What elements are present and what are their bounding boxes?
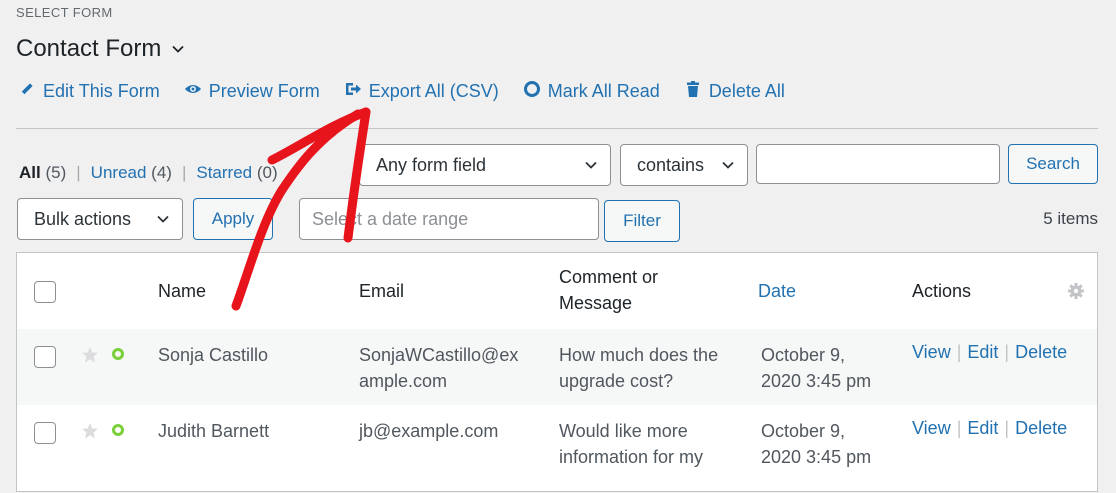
filter-button[interactable]: Filter bbox=[604, 200, 680, 242]
search-input[interactable] bbox=[756, 144, 1000, 184]
divider bbox=[16, 128, 1098, 129]
status-all[interactable]: All (5) bbox=[19, 163, 66, 183]
separator: | bbox=[1004, 418, 1010, 438]
chevron-down-icon bbox=[722, 161, 734, 169]
unread-indicator-icon[interactable] bbox=[112, 348, 124, 360]
delete-all-link[interactable]: Delete All bbox=[684, 80, 785, 103]
entry-name: Judith Barnett bbox=[158, 421, 270, 441]
view-link[interactable]: View bbox=[912, 342, 951, 363]
separator: | bbox=[76, 163, 81, 182]
column-email: Email bbox=[359, 281, 405, 301]
column-comment: Comment or Message bbox=[559, 267, 659, 313]
delete-all-label: Delete All bbox=[708, 81, 785, 101]
status-unread[interactable]: Unread (4) bbox=[91, 163, 172, 183]
separator: | bbox=[956, 418, 962, 438]
eye-icon bbox=[184, 80, 202, 103]
entry-date: October 9, 2020 3:45 pm bbox=[761, 421, 872, 467]
chevron-down-icon bbox=[171, 35, 185, 63]
form-field-select-value: Any form field bbox=[376, 154, 487, 175]
form-action-links: Edit This Form Preview Form Export All (… bbox=[18, 80, 785, 103]
trash-icon bbox=[684, 80, 702, 103]
column-name: Name bbox=[158, 281, 207, 301]
date-range-input[interactable]: Select a date range bbox=[299, 198, 599, 240]
operator-select[interactable]: contains bbox=[620, 144, 748, 186]
preview-form-label: Preview Form bbox=[208, 81, 320, 101]
entries-table: Name Email Comment or Message Date Actio… bbox=[16, 252, 1098, 492]
entry-email: SonjaWCastillo@ex ample.com bbox=[359, 345, 519, 391]
search-button[interactable]: Search bbox=[1008, 144, 1098, 184]
mark-all-read-link[interactable]: Mark All Read bbox=[523, 80, 660, 103]
entry-comment: Would like more information for my bbox=[559, 421, 704, 467]
export-csv-label: Export All (CSV) bbox=[368, 81, 499, 101]
row-actions: View | Edit | Delete bbox=[912, 418, 1067, 439]
separator: | bbox=[181, 163, 187, 182]
operator-select-value: contains bbox=[637, 154, 705, 175]
delete-link[interactable]: Delete bbox=[1015, 418, 1067, 439]
export-icon bbox=[344, 80, 362, 103]
delete-link[interactable]: Delete bbox=[1015, 342, 1067, 363]
pencil-icon bbox=[18, 80, 36, 103]
status-filter: All (5) | Unread (4) | Starred (0) bbox=[19, 163, 278, 183]
row-actions: View | Edit | Delete bbox=[912, 342, 1067, 363]
star-icon[interactable] bbox=[81, 422, 99, 440]
separator: | bbox=[1004, 342, 1010, 362]
chevron-down-icon bbox=[585, 161, 597, 169]
row-checkbox[interactable] bbox=[34, 346, 56, 368]
bulk-actions-select[interactable]: Bulk actions bbox=[17, 198, 183, 240]
form-field-select[interactable]: Any form field bbox=[359, 144, 611, 186]
bulk-actions-value: Bulk actions bbox=[34, 208, 132, 229]
status-starred[interactable]: Starred (0) bbox=[196, 163, 277, 183]
items-count: 5 items bbox=[1043, 209, 1098, 228]
select-form-label: SELECT FORM bbox=[16, 5, 113, 20]
circle-icon bbox=[523, 80, 541, 103]
view-link[interactable]: View bbox=[912, 418, 951, 439]
edit-link[interactable]: Edit bbox=[967, 418, 998, 439]
edit-form-link[interactable]: Edit This Form bbox=[18, 80, 160, 103]
edit-form-label: Edit This Form bbox=[43, 81, 160, 101]
entry-email: jb@example.com bbox=[359, 421, 499, 441]
select-all-checkbox[interactable] bbox=[34, 281, 56, 303]
chevron-down-icon bbox=[157, 215, 169, 223]
apply-button[interactable]: Apply bbox=[193, 198, 273, 240]
form-selector[interactable]: Contact Form bbox=[16, 35, 185, 63]
mark-all-read-label: Mark All Read bbox=[547, 81, 660, 101]
preview-form-link[interactable]: Preview Form bbox=[184, 80, 320, 103]
table-header: Name Email Comment or Message Date Actio… bbox=[17, 253, 1097, 330]
edit-link[interactable]: Edit bbox=[967, 342, 998, 363]
unread-indicator-icon[interactable] bbox=[112, 424, 124, 436]
table-row: Sonja Castillo SonjaWCastillo@ex ample.c… bbox=[17, 329, 1097, 405]
column-date-sort[interactable]: Date bbox=[758, 278, 796, 304]
entry-date: October 9, 2020 3:45 pm bbox=[761, 345, 872, 391]
export-csv-link[interactable]: Export All (CSV) bbox=[344, 80, 499, 103]
star-icon[interactable] bbox=[81, 346, 99, 364]
entry-comment: How much does the upgrade cost? bbox=[559, 345, 719, 391]
column-actions: Actions bbox=[912, 281, 972, 301]
gear-icon[interactable] bbox=[1067, 282, 1085, 300]
entry-name: Sonja Castillo bbox=[158, 345, 269, 365]
separator: | bbox=[956, 342, 962, 362]
form-title: Contact Form bbox=[16, 35, 162, 62]
row-checkbox[interactable] bbox=[34, 422, 56, 444]
